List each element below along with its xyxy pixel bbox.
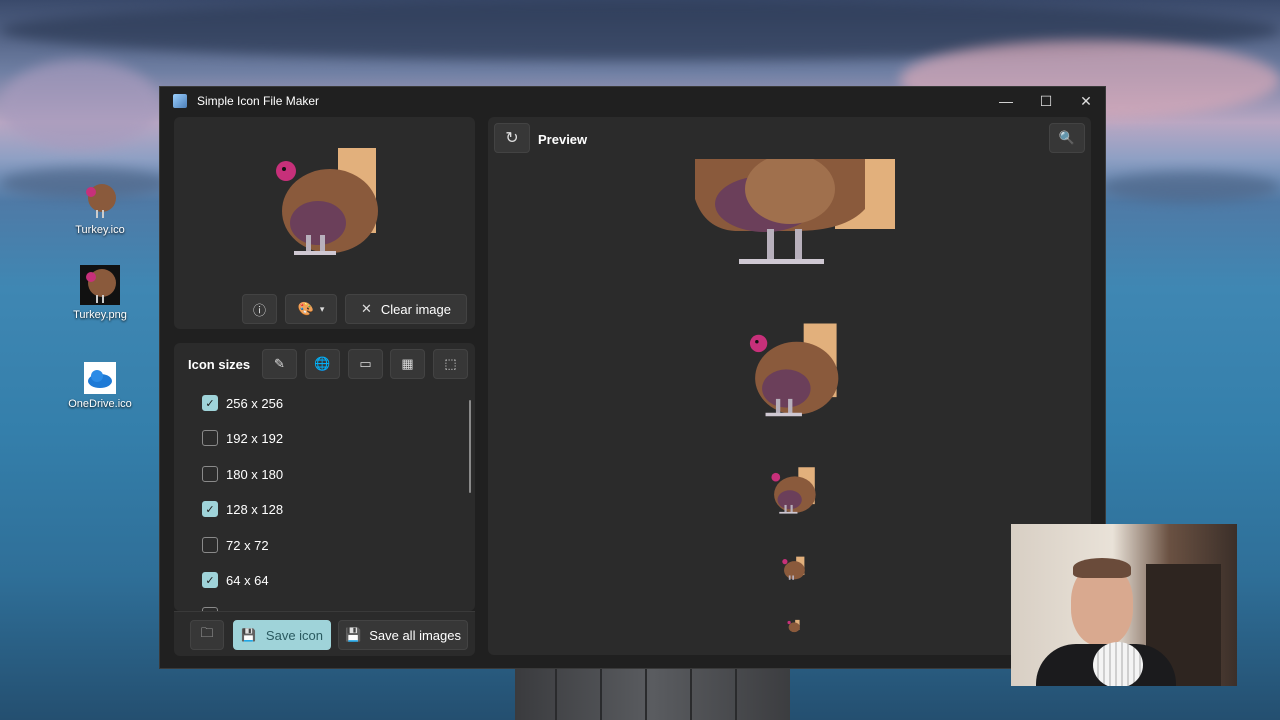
icon-sizes-panel: Icon sizes ✎ 🌐 ▭ ▦ ⬚ ✓ 256 x 256 192 x 19… (174, 343, 475, 611)
info-icon: ⓘ (252, 302, 266, 318)
folder-icon: 🗀 (200, 625, 214, 640)
close-icon: ✕ (361, 301, 372, 316)
checkbox[interactable] (202, 537, 218, 553)
person-hair (1073, 558, 1131, 578)
preview-image-64 (768, 465, 820, 515)
size-label: 72 x 72 (226, 537, 269, 553)
cloud-icon (84, 362, 116, 394)
size-option-180[interactable]: 180 x 180 (202, 464, 283, 484)
size-label: 64 x 64 (226, 572, 269, 588)
preview-title: Preview (538, 132, 588, 147)
app-window: Simple Icon File Maker — ☐ ✕ ⓘ 🎨 ▾ ✕ Cle… (159, 86, 1106, 669)
preview-image-256 (695, 154, 895, 264)
save-all-label: Save all images (369, 627, 461, 643)
mountains (1100, 172, 1280, 202)
preview-panel: ↻ Preview 🔍 (488, 117, 1091, 655)
save-icon: 💾 (240, 628, 256, 642)
turkey-icon (80, 180, 120, 220)
select-all-button[interactable]: ⬚ (433, 349, 468, 379)
desktop-icon-turkey-png[interactable]: Turkey.png (55, 265, 145, 321)
source-image (268, 143, 388, 258)
color-palette-dropdown[interactable]: 🎨 ▾ (285, 294, 337, 324)
desktop-icon-onedrive-ico[interactable]: OneDrive.ico (55, 362, 145, 410)
desktop-icon-label: Turkey.png (73, 309, 127, 321)
zoom-in-icon: 🔍 (1058, 130, 1076, 145)
pier (515, 668, 790, 720)
turkey-icon (80, 265, 120, 305)
save-icon-label: Save icon (265, 627, 324, 643)
action-bar: 🗀 💾 Save icon 💾 Save all images (174, 611, 475, 656)
desktop-sizes-button[interactable]: ▭ (348, 349, 383, 379)
preview-image-32 (781, 555, 807, 581)
size-label: 128 x 128 (226, 501, 284, 517)
info-button[interactable]: ⓘ (242, 294, 277, 324)
chevron-down-icon: ▾ (319, 303, 325, 314)
desktop-icon-turkey-ico[interactable]: Turkey.ico (55, 180, 145, 236)
clear-image-button[interactable]: ✕ Clear image (345, 294, 467, 324)
size-option-192[interactable]: 192 x 192 (202, 428, 283, 448)
pencil-icon: ✎ (274, 356, 285, 371)
globe-icon: 🌐 (314, 356, 331, 371)
size-option-128[interactable]: ✓ 128 x 128 (202, 499, 283, 519)
save-all-icon: 💾 (345, 627, 362, 642)
edit-button[interactable]: ✎ (262, 349, 297, 379)
checkbox[interactable]: ✓ (202, 395, 218, 411)
refresh-icon: ↻ (505, 130, 519, 147)
open-folder-button[interactable]: 🗀 (190, 620, 224, 650)
minimize-button[interactable]: — (986, 87, 1026, 115)
close-button[interactable]: ✕ (1066, 87, 1106, 115)
checkbox[interactable] (202, 430, 218, 446)
cloud (0, 60, 160, 150)
save-all-images-button[interactable]: 💾 Save all images (338, 620, 468, 650)
preview-image-16 (787, 619, 801, 633)
web-sizes-button[interactable]: 🌐 (305, 349, 340, 379)
checkbox[interactable] (202, 466, 218, 482)
maximize-button[interactable]: ☐ (1026, 87, 1066, 115)
title-bar[interactable]: Simple Icon File Maker (160, 87, 1105, 115)
app-icon (173, 94, 187, 108)
microphone (1093, 642, 1143, 686)
icon-sizes-heading: Icon sizes (188, 357, 251, 372)
palette-icon: 🎨 (297, 301, 314, 316)
qr-button[interactable]: ▦ (390, 349, 425, 379)
selection-icon: ⬚ (444, 356, 457, 371)
refresh-button[interactable]: ↻ (494, 123, 530, 153)
laptop-icon: ▭ (359, 356, 372, 371)
size-label: 180 x 180 (226, 466, 284, 482)
size-option-64[interactable]: ✓ 64 x 64 (202, 570, 269, 590)
size-option-72[interactable]: 72 x 72 (202, 535, 269, 555)
zoom-in-button[interactable]: 🔍 (1049, 123, 1085, 153)
desktop-icon-label: OneDrive.ico (68, 398, 132, 410)
checkbox[interactable]: ✓ (202, 572, 218, 588)
preview-image-128 (743, 319, 847, 419)
size-label: 192 x 192 (226, 430, 284, 446)
desktop-icon-label: Turkey.ico (75, 224, 125, 236)
webcam-overlay (1011, 524, 1237, 686)
save-icon-button[interactable]: 💾 Save icon (233, 620, 331, 650)
clear-image-label: Clear image (380, 301, 451, 317)
qr-icon: ▦ (401, 356, 414, 371)
size-option-256[interactable]: ✓ 256 x 256 (202, 393, 283, 413)
source-image-panel: ⓘ 🎨 ▾ ✕ Clear image (174, 117, 475, 329)
window-title: Simple Icon File Maker (197, 94, 320, 108)
size-label: 256 x 256 (226, 395, 284, 411)
scrollbar[interactable] (469, 400, 471, 493)
checkbox[interactable]: ✓ (202, 501, 218, 517)
